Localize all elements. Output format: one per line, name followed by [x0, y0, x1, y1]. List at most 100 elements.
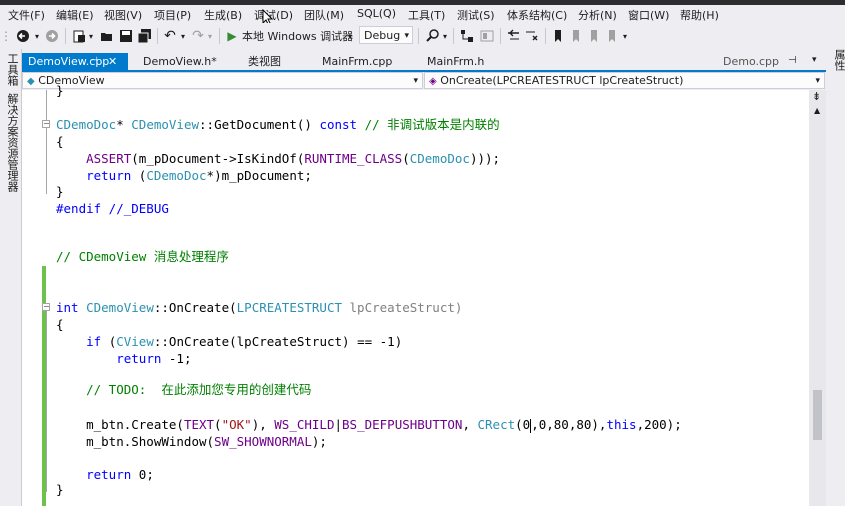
navigation-bar: ◆ CDemoView ▾ ◈ OnCreate(LPCREATESTRUCT … — [22, 72, 826, 90]
menu-team[interactable]: 团队(M) — [304, 7, 344, 23]
back-icon[interactable] — [14, 27, 32, 45]
class-icon: ◆ — [27, 76, 35, 87]
redo-dropdown-icon[interactable]: ▾ — [206, 27, 214, 45]
code-line: ASSERT(m_pDocument->IsKindOf(RUNTIME_CLA… — [86, 151, 501, 166]
collapse-icon[interactable]: − — [42, 120, 50, 128]
start-debug-icon[interactable]: ▶ — [225, 27, 239, 45]
code-line: CDemoDoc* CDemoView::GetDocument() const… — [56, 117, 500, 132]
close-icon[interactable]: ✕ — [108, 53, 117, 70]
solution-config-value: Debug — [364, 29, 401, 42]
redo-icon[interactable]: ↷ — [189, 27, 207, 45]
member-select[interactable]: ◈ OnCreate(LPCREATESTRUCT lpCreateStruct… — [424, 72, 825, 89]
class-view-icon[interactable] — [458, 27, 476, 45]
solution-explorer-tab[interactable]: 解决方案资源管理器 — [4, 93, 20, 192]
tab-demo-cpp[interactable]: Demo.cpp — [717, 53, 779, 70]
grip-icon: ⋮ — [0, 29, 12, 43]
undo-icon[interactable]: ↶ — [161, 27, 179, 45]
code-line: // CDemoView 消息处理程序 — [56, 249, 229, 264]
chevron-down-icon: ▾ — [413, 76, 418, 86]
menu-edit[interactable]: 编辑(E) — [56, 7, 94, 23]
menu-help[interactable]: 帮助(H) — [680, 7, 719, 23]
toolbar-separator — [453, 28, 454, 44]
class-select-value: CDemoView — [38, 74, 105, 87]
prev-bookmark-icon[interactable] — [568, 27, 584, 45]
member-select-value: OnCreate(LPCREATESTRUCT lpCreateStruct) — [440, 74, 684, 87]
bookmark-icon[interactable] — [550, 27, 566, 45]
standard-toolbar: ⋮ ▾ ▾ ↶ ▾ ↷ ▾ ▶ 本地 Windows 调试器 ▾ Debug ▾… — [0, 23, 845, 49]
code-editor[interactable]: − − } CDemoDoc* CDemoView::GetDocument()… — [22, 83, 809, 506]
code-line: return -1; — [116, 351, 192, 366]
collapse-icon[interactable]: − — [42, 303, 50, 311]
solution-config-select[interactable]: Debug ▾ — [359, 26, 413, 44]
pin-icon[interactable]: ⊣ — [788, 55, 797, 66]
tab-demoview-h[interactable]: DemoView.h* — [137, 53, 217, 70]
menu-tools[interactable]: 工具(T) — [408, 7, 445, 23]
class-select[interactable]: ◆ CDemoView ▾ — [22, 72, 423, 89]
split-editor-icon[interactable]: ⇟ — [812, 90, 821, 103]
tab-overflow-icon[interactable]: ▾ — [812, 55, 817, 65]
toolbox-tab[interactable]: 工具箱 — [4, 53, 20, 86]
save-icon[interactable] — [117, 27, 135, 45]
start-debug-label[interactable]: 本地 Windows 调试器 — [242, 27, 353, 45]
toolbar-separator — [418, 28, 419, 44]
code-line: return 0; — [86, 467, 154, 482]
chevron-down-icon: ▾ — [404, 31, 409, 41]
menu-sql[interactable]: SQL(Q) — [357, 7, 396, 20]
code-line: m_btn.ShowWindow(SW_SHOWNORMAL); — [56, 434, 327, 449]
method-icon: ◈ — [429, 76, 437, 87]
left-tool-strip: 工具箱 解决方案资源管理器 — [0, 49, 22, 506]
menu-window[interactable]: 窗口(W) — [628, 7, 669, 23]
toolbar-separator — [219, 28, 220, 44]
menu-project[interactable]: 项目(P) — [154, 7, 191, 23]
toolbar-separator — [545, 28, 546, 44]
vertical-scrollbar[interactable]: ⇟ ▲ — [809, 90, 826, 506]
properties-tab[interactable]: 属性 — [831, 49, 845, 71]
menu-file[interactable]: 文件(F) — [8, 7, 45, 23]
new-project-icon[interactable] — [70, 27, 88, 45]
clear-bookmarks-icon[interactable] — [604, 27, 620, 45]
code-line: return (CDemoDoc*)m_pDocument; — [86, 168, 312, 183]
undo-dropdown-icon[interactable]: ▾ — [179, 27, 187, 45]
find-in-files-icon[interactable] — [424, 27, 442, 45]
menu-test[interactable]: 测试(S) — [457, 7, 495, 23]
menu-bar: 文件(F) 编辑(E) 视图(V) 项目(P) 生成(B) 调试(D) 团队(M… — [0, 5, 845, 27]
code-line: } — [56, 83, 64, 98]
tab-mainfrm-h[interactable]: MainFrm.h — [421, 53, 484, 70]
open-file-icon[interactable] — [98, 27, 116, 45]
menu-build[interactable]: 生成(B) — [204, 7, 242, 23]
scroll-thumb[interactable] — [813, 390, 822, 440]
code-line: m_btn.Create(TEXT("OK"), WS_CHILD|BS_DEF… — [56, 417, 682, 433]
tab-demoview-cpp[interactable]: DemoView.cpp ⊣ ✕ — [22, 53, 128, 70]
code-line: #endif //_DEBUG — [56, 201, 169, 216]
new-dropdown-icon[interactable]: ▾ — [87, 27, 95, 45]
save-all-icon[interactable] — [136, 27, 154, 45]
menu-analyze[interactable]: 分析(N) — [578, 7, 617, 23]
code-line: } — [56, 482, 64, 497]
menu-view[interactable]: 视图(V) — [104, 7, 142, 23]
code-line: if (CView::OnCreate(lpCreateStruct) == -… — [86, 334, 403, 349]
toolbar-overflow-icon[interactable]: ▾ — [620, 27, 630, 45]
forward-icon[interactable] — [43, 27, 61, 45]
next-bookmark-icon[interactable] — [586, 27, 602, 45]
outline-line — [46, 90, 47, 194]
code-line: } — [56, 184, 64, 199]
toolbar-separator — [65, 28, 66, 44]
object-browser-icon[interactable] — [478, 27, 496, 45]
debugger-dropdown-icon[interactable]: ▾ — [346, 27, 354, 45]
menu-architecture[interactable]: 体系结构(C) — [507, 7, 567, 23]
uncomment-icon[interactable] — [523, 27, 541, 45]
code-line: // TODO: 在此添加您专用的创建代码 — [56, 382, 312, 397]
tab-mainfrm-cpp[interactable]: MainFrm.cpp — [316, 53, 392, 70]
scroll-up-icon[interactable]: ▲ — [814, 106, 820, 115]
back-dropdown-icon[interactable]: ▾ — [32, 27, 42, 45]
outline-line — [46, 308, 47, 492]
comment-icon[interactable] — [505, 27, 523, 45]
code-line: int CDemoView::OnCreate(LPCREATESTRUCT l… — [56, 300, 463, 315]
pin-icon[interactable]: ⊣ — [90, 53, 98, 70]
find-dropdown-icon[interactable]: ▾ — [441, 27, 449, 45]
toolbar-separator — [500, 28, 501, 44]
tab-class-view[interactable]: 类视图 — [242, 53, 281, 70]
code-line: { — [56, 134, 64, 149]
chevron-down-icon: ▾ — [815, 76, 820, 86]
toolbar-separator — [157, 28, 158, 44]
